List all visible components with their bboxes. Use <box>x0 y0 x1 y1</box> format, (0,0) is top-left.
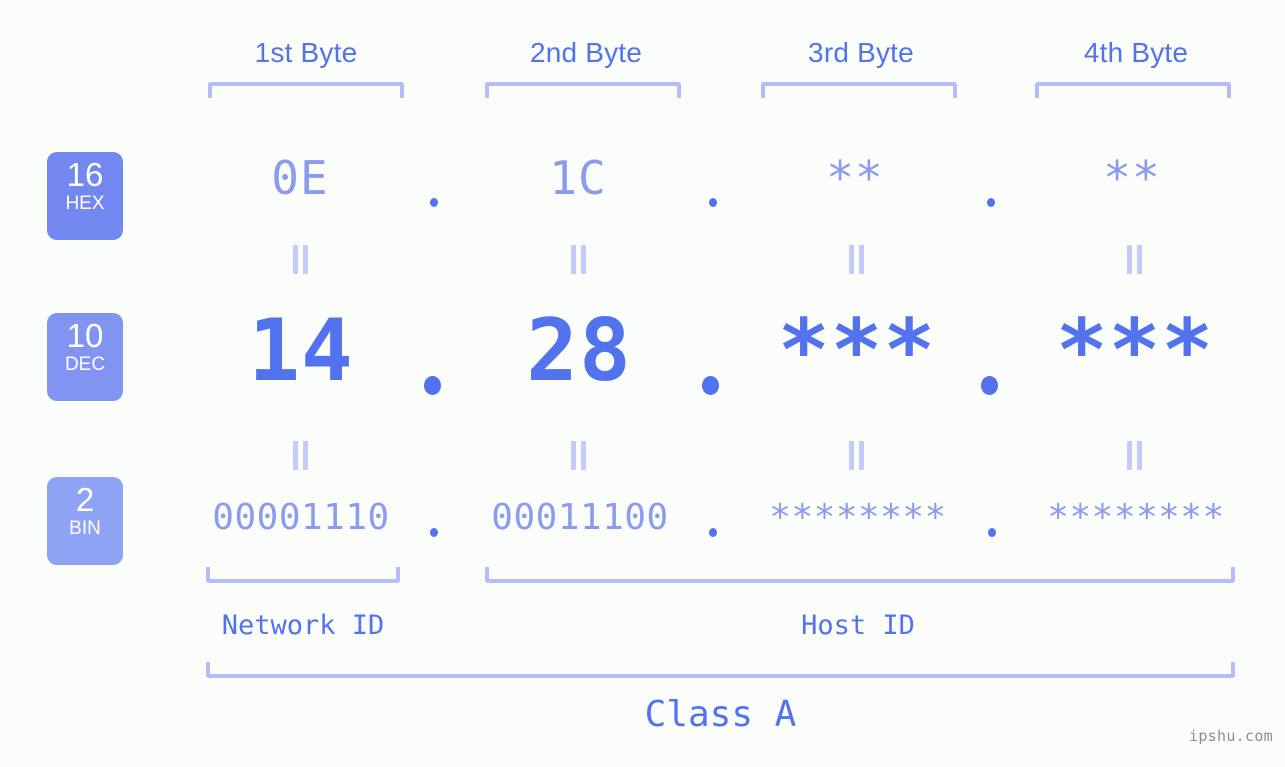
bin-byte-4-value: ******** <box>1047 497 1225 538</box>
hex-byte-1-value: 0E <box>271 151 329 205</box>
hex-dot-separator-2 <box>709 198 717 207</box>
host-id-bracket <box>485 567 1235 583</box>
site-watermark: ipshu.com <box>1189 727 1273 745</box>
dec-byte-2-value: 28 <box>526 301 632 401</box>
hex-byte-3-value: ** <box>826 151 884 205</box>
dec-byte-4-value: *** <box>1055 301 1215 401</box>
base-badge-bin-abbr: BIN <box>69 518 101 539</box>
equals-dec-bin-2 <box>569 441 588 470</box>
class-bracket <box>206 662 1235 678</box>
byte-bracket-top-3 <box>761 82 957 98</box>
dec-dot-separator-2 <box>702 376 719 395</box>
bin-byte-1-value: 00001110 <box>212 497 390 538</box>
base-badge-hex-number: 16 <box>66 156 104 193</box>
network-id-label: Network ID <box>221 610 385 641</box>
network-id-bracket <box>206 567 400 583</box>
hex-byte-4-value: ** <box>1103 151 1161 205</box>
class-label: Class A <box>644 694 797 735</box>
hex-byte-2-value: 1C <box>549 151 607 205</box>
bin-byte-2-value: 00011100 <box>491 497 669 538</box>
byte-header-4: 4th Byte <box>1083 37 1189 68</box>
equals-hex-dec-4 <box>1125 245 1144 274</box>
base-badge-hex-abbr: HEX <box>65 193 105 214</box>
equals-dec-bin-4 <box>1125 441 1144 470</box>
byte-bracket-top-2 <box>485 82 681 98</box>
bin-byte-3-value: ******** <box>769 497 947 538</box>
equals-hex-dec-1 <box>291 245 310 274</box>
base-badge-bin: 2 BIN <box>47 477 123 565</box>
byte-header-1: 1st Byte <box>254 37 358 68</box>
bin-dot-separator-1 <box>430 528 438 537</box>
equals-hex-dec-2 <box>569 245 588 274</box>
dec-byte-3-value: *** <box>777 301 937 401</box>
hex-dot-separator-1 <box>430 198 438 207</box>
bin-dot-separator-2 <box>709 528 717 537</box>
base-badge-bin-number: 2 <box>75 481 95 518</box>
byte-header-3: 3rd Byte <box>808 37 914 68</box>
byte-bracket-top-4 <box>1035 82 1231 98</box>
base-badge-hex: 16 HEX <box>47 152 123 240</box>
equals-dec-bin-3 <box>847 441 866 470</box>
base-badge-dec-number: 10 <box>66 317 104 354</box>
byte-bracket-top-1 <box>208 82 404 98</box>
dec-dot-separator-3 <box>981 376 998 395</box>
ip-byte-breakdown-diagram: 1st Byte 2nd Byte 3rd Byte 4th Byte 16 H… <box>0 0 1285 767</box>
equals-hex-dec-3 <box>847 245 866 274</box>
dec-dot-separator-1 <box>424 376 441 395</box>
dec-byte-1-value: 14 <box>248 301 354 401</box>
equals-dec-bin-1 <box>291 441 310 470</box>
base-badge-dec-abbr: DEC <box>64 354 106 375</box>
host-id-label: Host ID <box>801 610 915 641</box>
hex-dot-separator-3 <box>987 198 995 207</box>
base-badge-dec: 10 DEC <box>47 313 123 401</box>
bin-dot-separator-3 <box>988 528 996 537</box>
byte-header-2: 2nd Byte <box>529 37 643 68</box>
